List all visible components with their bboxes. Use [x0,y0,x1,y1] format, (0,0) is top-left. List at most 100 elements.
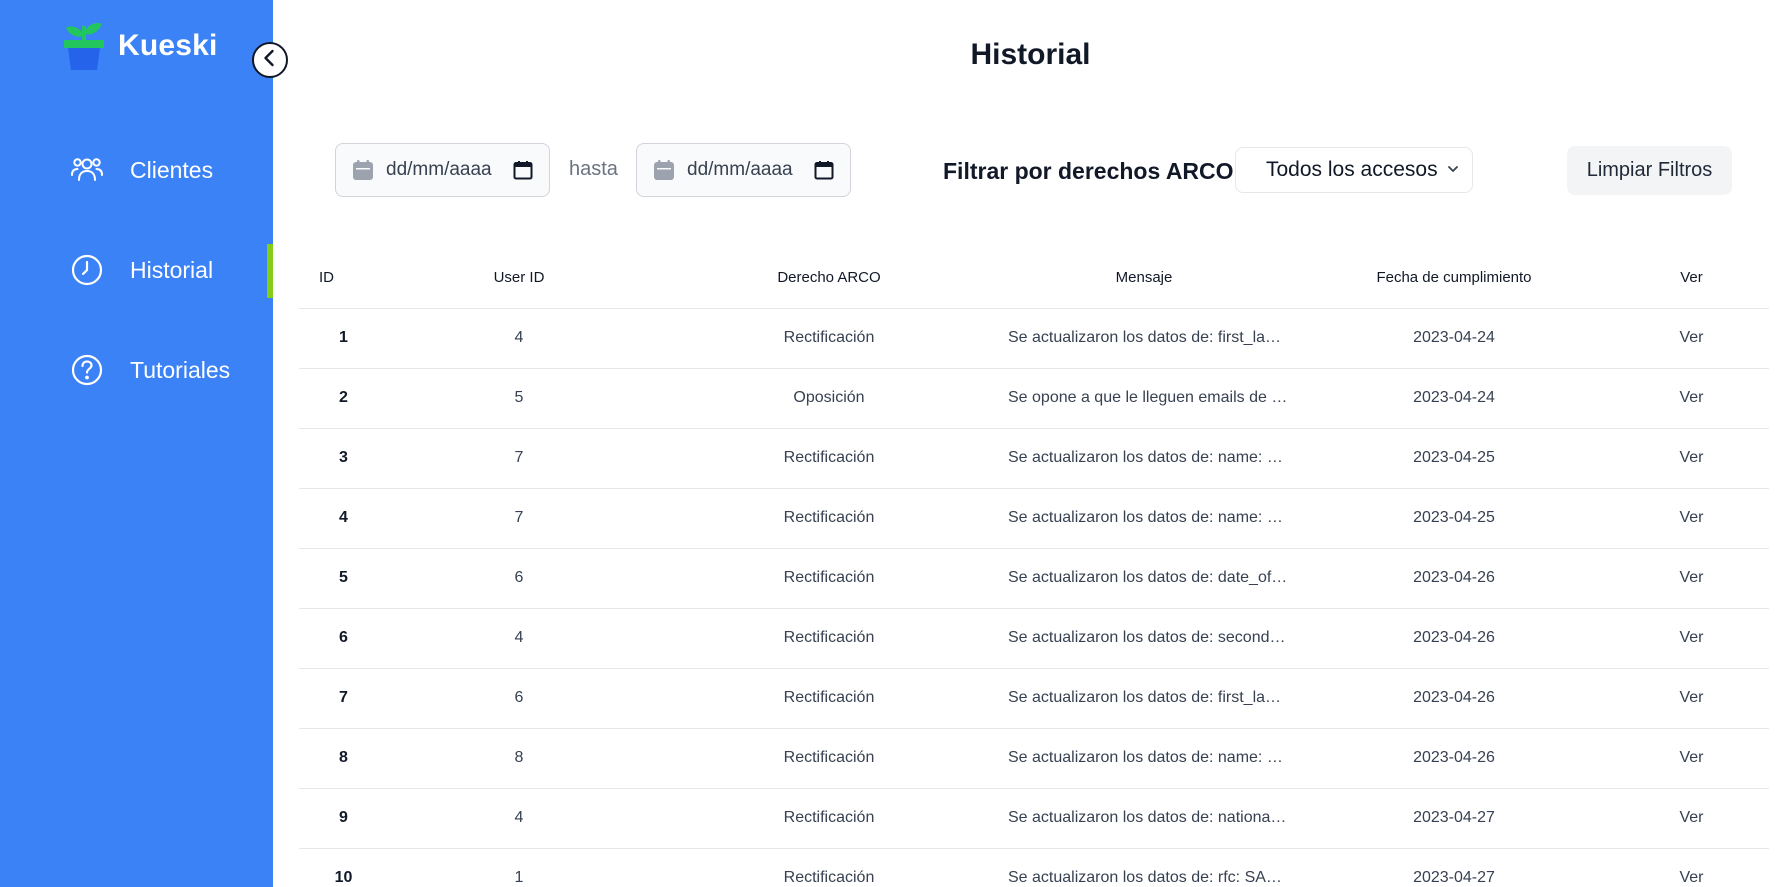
row-user-id: 4 [374,608,664,669]
table-header-row: ID User ID Derecho ARCO Mensaje Fecha de… [299,248,1769,309]
row-user-id: 6 [374,668,664,729]
row-user-id: 7 [374,488,664,549]
column-header-id[interactable]: ID [299,248,374,309]
date-to-input[interactable]: dd/mm/aaaa [636,143,851,197]
table-row[interactable]: 2 5 Oposición Se opone a que le lleguen ema… [299,368,1769,429]
row-mensaje-text: Se actualizaron los datos de: date_of_bi… [1008,568,1288,586]
plant-logo-icon [62,20,106,72]
row-mensaje-text: Se actualizaron los datos de: first_last… [1008,688,1288,706]
column-header-user-id[interactable]: User ID [374,248,664,309]
table-row[interactable]: 1 4 Rectificación Se actualizaron los datos… [299,308,1769,369]
clear-filters-button[interactable]: Limpiar Filtros [1567,146,1732,195]
column-header-derecho[interactable]: Derecho ARCO [664,248,994,309]
clock-icon [70,253,104,287]
page-title: Historial [970,38,1091,71]
arco-filter-select[interactable]: Todos los accesos [1235,147,1473,193]
row-user-id: 4 [374,788,664,849]
row-id: 5 [299,548,374,609]
row-fecha: 2023-04-27 [1294,848,1614,887]
row-mensaje: Se actualizaron los datos de: name: Pabl… [994,488,1294,549]
row-ver-link[interactable]: Ver [1614,788,1769,849]
table-row[interactable]: 9 4 Rectificación Se actualizaron los datos… [299,788,1769,849]
row-mensaje-text: Se actualizaron los datos de: nationalit… [1008,808,1288,826]
table-row[interactable]: 5 6 Rectificación Se actualizaron los datos… [299,548,1769,609]
sidebar-item-historial[interactable]: Historial [0,240,273,300]
filters-bar: dd/mm/aaaa hasta dd/mm/aaaa Filtrar por … [335,143,1735,197]
column-header-ver[interactable]: Ver [1614,248,1769,309]
row-fecha: 2023-04-26 [1294,728,1614,789]
chevron-left-icon [261,49,279,72]
sidebar-item-clientes[interactable]: Clientes [0,140,273,200]
date-from-input[interactable]: dd/mm/aaaa [335,143,550,197]
sidebar-item-label: Tutoriales [130,356,231,383]
row-id: 7 [299,668,374,729]
row-fecha: 2023-04-25 [1294,428,1614,489]
row-ver-link[interactable]: Ver [1614,488,1769,549]
row-ver-link[interactable]: Ver [1614,428,1769,489]
row-mensaje-text: Se actualizaron los datos de: rfc: SAGA [1008,868,1288,886]
sidebar: Kueski Clientes Historial Tutoriales [0,0,273,887]
row-ver-link[interactable]: Ver [1614,368,1769,429]
row-ver-link[interactable]: Ver [1614,608,1769,669]
chevron-down-icon [1446,162,1460,176]
row-mensaje-text: Se actualizaron los datos de: name: Pabl… [1008,508,1288,526]
sidebar-item-tutoriales[interactable]: Tutoriales [0,340,273,400]
calendar-icon [352,159,374,181]
calendar-icon [653,159,675,181]
calendar-picker-icon[interactable] [513,160,533,180]
row-mensaje: Se actualizaron los datos de: rfc: SAGA [994,848,1294,887]
users-icon [70,153,104,187]
table-row[interactable]: 8 8 Rectificación Se actualizaron los datos… [299,728,1769,789]
row-ver-link[interactable]: Ver [1614,668,1769,729]
row-mensaje: Se actualizaron los datos de: name: Luis [994,728,1294,789]
arco-filter-selected: Todos los accesos [1266,158,1438,181]
brand[interactable]: Kueski [62,20,218,72]
row-fecha: 2023-04-24 [1294,308,1614,369]
row-ver-link[interactable]: Ver [1614,728,1769,789]
row-id: 9 [299,788,374,849]
table-row[interactable]: 7 6 Rectificación Se actualizaron los datos… [299,668,1769,729]
table-row[interactable]: 6 4 Rectificación Se actualizaron los datos… [299,608,1769,669]
calendar-picker-icon[interactable] [814,160,834,180]
row-id: 4 [299,488,374,549]
date-from-placeholder: dd/mm/aaaa [386,159,492,180]
column-header-fecha[interactable]: Fecha de cumplimiento [1294,248,1614,309]
row-mensaje-text: Se actualizaron los datos de: name: Luis [1008,748,1288,766]
row-fecha: 2023-04-26 [1294,668,1614,729]
row-ver-link[interactable]: Ver [1614,548,1769,609]
row-user-id: 7 [374,428,664,489]
row-derecho-arco: Rectificación [664,428,994,489]
row-mensaje: Se actualizaron los datos de: first_last… [994,308,1294,369]
row-ver-link[interactable]: Ver [1614,848,1769,887]
row-user-id: 5 [374,368,664,429]
row-mensaje-text: Se opone a que le lleguen emails de publ… [1008,388,1288,406]
row-fecha: 2023-04-27 [1294,788,1614,849]
row-mensaje: Se actualizaron los datos de: second_las… [994,608,1294,669]
row-id: 2 [299,368,374,429]
row-fecha: 2023-04-26 [1294,608,1614,669]
table-row[interactable]: 10 1 Rectificación Se actualizaron los dato… [299,848,1769,887]
row-mensaje: Se actualizaron los datos de: nationalit… [994,788,1294,849]
row-fecha: 2023-04-24 [1294,368,1614,429]
row-ver-link[interactable]: Ver [1614,308,1769,369]
row-mensaje: Se actualizaron los datos de: date_of_bi… [994,548,1294,609]
row-mensaje-text: Se actualizaron los datos de: second_las… [1008,628,1288,646]
row-derecho-arco: Rectificación [664,308,994,369]
row-fecha: 2023-04-25 [1294,488,1614,549]
row-derecho-arco: Rectificación [664,548,994,609]
date-range-separator: hasta [569,158,618,180]
row-user-id: 1 [374,848,664,887]
row-id: 10 [299,848,374,887]
date-to-placeholder: dd/mm/aaaa [687,159,793,180]
history-table: ID User ID Derecho ARCO Mensaje Fecha de… [299,248,1769,887]
table-row[interactable]: 4 7 Rectificación Se actualizaron los datos… [299,488,1769,549]
collapse-sidebar-button[interactable] [252,42,288,78]
row-mensaje: Se actualizaron los datos de: first_last… [994,668,1294,729]
column-header-mensaje[interactable]: Mensaje [994,248,1294,309]
row-id: 8 [299,728,374,789]
table-row[interactable]: 3 7 Rectificación Se actualizaron los datos… [299,428,1769,489]
row-derecho-arco: Oposición [664,368,994,429]
row-derecho-arco: Rectificación [664,788,994,849]
row-mensaje: Se actualizaron los datos de: name: Pedr… [994,428,1294,489]
row-derecho-arco: Rectificación [664,848,994,887]
